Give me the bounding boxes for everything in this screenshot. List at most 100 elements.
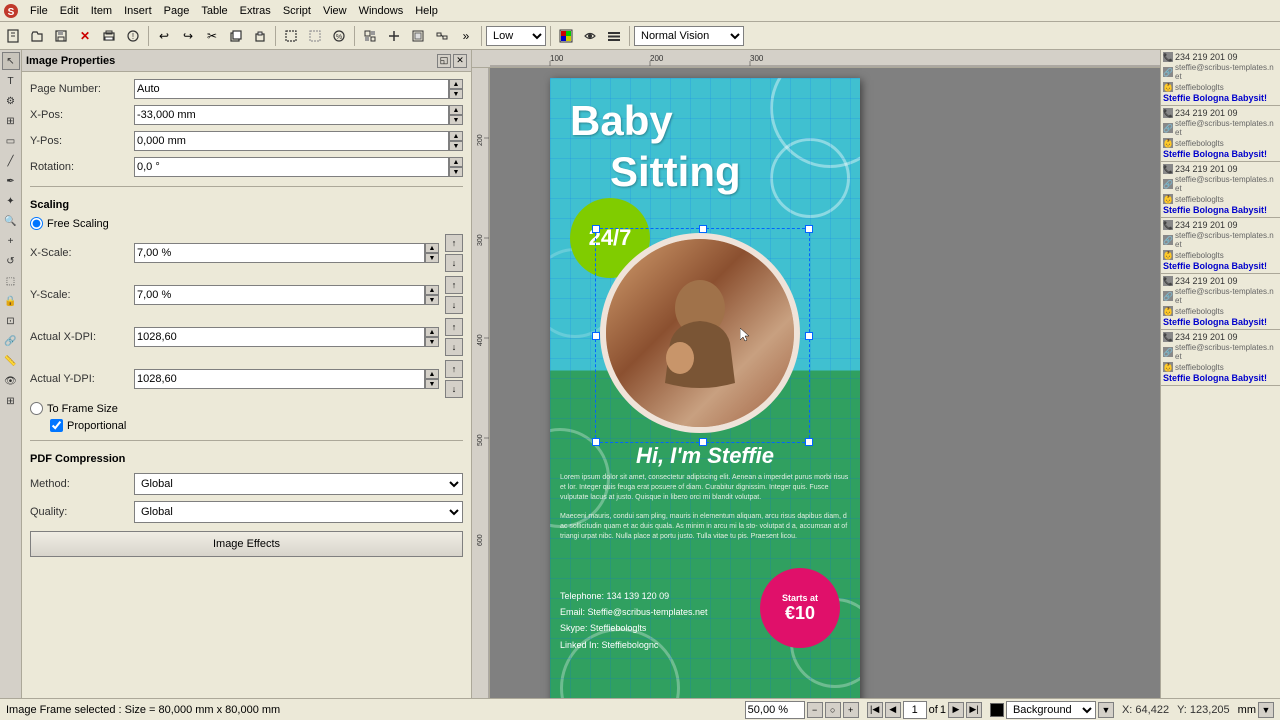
layer-expand-button[interactable]: ▼ <box>1098 702 1114 718</box>
settings-tool[interactable]: ⚙ <box>2 92 20 110</box>
xpos-up[interactable]: ▲ <box>449 105 463 115</box>
yscale-up[interactable]: ▲ <box>425 285 439 295</box>
page-number-input[interactable] <box>134 79 449 99</box>
props-close-button[interactable]: ✕ <box>453 54 467 68</box>
actual-ydpi-input[interactable] <box>134 369 425 389</box>
menu-script[interactable]: Script <box>277 3 317 19</box>
yscale-side-down[interactable]: ↓ <box>445 296 463 314</box>
xscale-side-up[interactable]: ↑ <box>445 234 463 252</box>
sel-handle-tr[interactable] <box>805 225 813 233</box>
xpos-input[interactable] <box>134 105 449 125</box>
xscale-side-down[interactable]: ↓ <box>445 254 463 272</box>
undo-button[interactable]: ↩ <box>153 25 175 47</box>
rotation-input[interactable] <box>134 157 449 177</box>
ypos-input[interactable] <box>134 131 449 151</box>
photo-frame[interactable] <box>600 233 800 433</box>
menu-extras[interactable]: Extras <box>234 3 277 19</box>
zoom-input[interactable] <box>745 701 805 719</box>
quality-select[interactable]: Global <box>134 501 463 523</box>
select-all-button[interactable] <box>280 25 302 47</box>
unit-expand-button[interactable]: ▼ <box>1258 702 1274 718</box>
properties-button[interactable] <box>603 25 625 47</box>
menu-file[interactable]: File <box>24 3 54 19</box>
redo-button[interactable]: ↪ <box>177 25 199 47</box>
yscale-down[interactable]: ▼ <box>425 295 439 305</box>
actual-ydpi-up[interactable]: ▲ <box>425 369 439 379</box>
ydpi-side-up[interactable]: ↑ <box>445 360 463 378</box>
free-scaling-radio[interactable] <box>30 217 43 230</box>
menu-help[interactable]: Help <box>409 3 444 19</box>
zoom-in-plus-button[interactable]: + <box>843 702 859 718</box>
menu-item[interactable]: Item <box>85 3 118 19</box>
menu-table[interactable]: Table <box>195 3 233 19</box>
xscale-down[interactable]: ▼ <box>425 253 439 263</box>
actual-xdpi-down[interactable]: ▼ <box>425 337 439 347</box>
ydpi-side-down[interactable]: ↓ <box>445 380 463 398</box>
line-tool[interactable]: ╱ <box>2 152 20 170</box>
cut-button[interactable]: ✂ <box>201 25 223 47</box>
frame-snap-button[interactable] <box>407 25 429 47</box>
next-page-button[interactable]: ▶ <box>948 702 964 718</box>
table-tool[interactable]: ⊞ <box>2 112 20 130</box>
layer-select[interactable]: Background <box>1006 701 1096 719</box>
page-input[interactable] <box>903 701 927 719</box>
menu-view[interactable]: View <box>317 3 353 19</box>
preview-button[interactable] <box>579 25 601 47</box>
zoom-tool[interactable]: 🔍 <box>2 212 20 230</box>
xscale-up[interactable]: ▲ <box>425 243 439 253</box>
eyedropper-tool[interactable]: ✦ <box>2 192 20 210</box>
page-number-up[interactable]: ▲ <box>449 79 463 89</box>
measure-tool[interactable]: 📏 <box>2 352 20 370</box>
actual-xdpi-input[interactable] <box>134 327 425 347</box>
deselect-button[interactable] <box>304 25 326 47</box>
copy-button[interactable] <box>225 25 247 47</box>
zoom-original-button[interactable]: ○ <box>825 702 841 718</box>
frame-tool[interactable]: ⬚ <box>2 272 20 290</box>
menu-insert[interactable]: Insert <box>118 3 158 19</box>
xpos-down[interactable]: ▼ <box>449 115 463 125</box>
save-button[interactable] <box>50 25 72 47</box>
eye-tool[interactable]: 👁 <box>2 372 20 390</box>
menu-windows[interactable]: Windows <box>353 3 410 19</box>
zoom-select[interactable]: Low <box>486 26 546 46</box>
vision-select[interactable]: Normal Vision <box>634 26 744 46</box>
preflight-button[interactable]: ! <box>122 25 144 47</box>
prev-page-button[interactable]: ◀ <box>885 702 901 718</box>
props-float-button[interactable]: ◱ <box>437 54 451 68</box>
zoom-out-minus-button[interactable]: − <box>807 702 823 718</box>
menu-edit[interactable]: Edit <box>54 3 85 19</box>
rotation-down[interactable]: ▼ <box>449 167 463 177</box>
link-text-button[interactable] <box>431 25 453 47</box>
fit-button[interactable] <box>359 25 381 47</box>
shape-tool[interactable]: ▭ <box>2 132 20 150</box>
actual-ydpi-down[interactable]: ▼ <box>425 379 439 389</box>
xdpi-side-up[interactable]: ↑ <box>445 318 463 336</box>
last-page-button[interactable]: ▶| <box>966 702 982 718</box>
new-button[interactable] <box>2 25 24 47</box>
text-tool[interactable]: T <box>2 72 20 90</box>
page-number-down[interactable]: ▼ <box>449 89 463 99</box>
lock-tool[interactable]: 🔒 <box>2 292 20 310</box>
grid-tool[interactable]: ⊞ <box>2 392 20 410</box>
xscale-input[interactable] <box>134 243 425 263</box>
open-button[interactable] <box>26 25 48 47</box>
sel-handle-tc[interactable] <box>699 225 707 233</box>
image-effects-button[interactable]: Image Effects <box>30 531 463 557</box>
print-button[interactable] <box>98 25 120 47</box>
ypos-up[interactable]: ▲ <box>449 131 463 141</box>
rotate-tool[interactable]: ↺ <box>2 252 20 270</box>
rotation-up[interactable]: ▲ <box>449 157 463 167</box>
snap-button[interactable] <box>383 25 405 47</box>
color-picker-button[interactable] <box>555 25 577 47</box>
menu-page[interactable]: Page <box>158 3 196 19</box>
close-button[interactable]: ✕ <box>74 25 96 47</box>
layers-tool[interactable]: ⊡ <box>2 312 20 330</box>
paste-button[interactable] <box>249 25 271 47</box>
actual-xdpi-up[interactable]: ▲ <box>425 327 439 337</box>
add-tool[interactable]: + <box>2 232 20 250</box>
sel-handle-mr[interactable] <box>805 332 813 340</box>
ypos-down[interactable]: ▼ <box>449 141 463 151</box>
pen-tool[interactable]: ✒ <box>2 172 20 190</box>
yscale-input[interactable] <box>134 285 425 305</box>
link-tool[interactable]: 🔗 <box>2 332 20 350</box>
